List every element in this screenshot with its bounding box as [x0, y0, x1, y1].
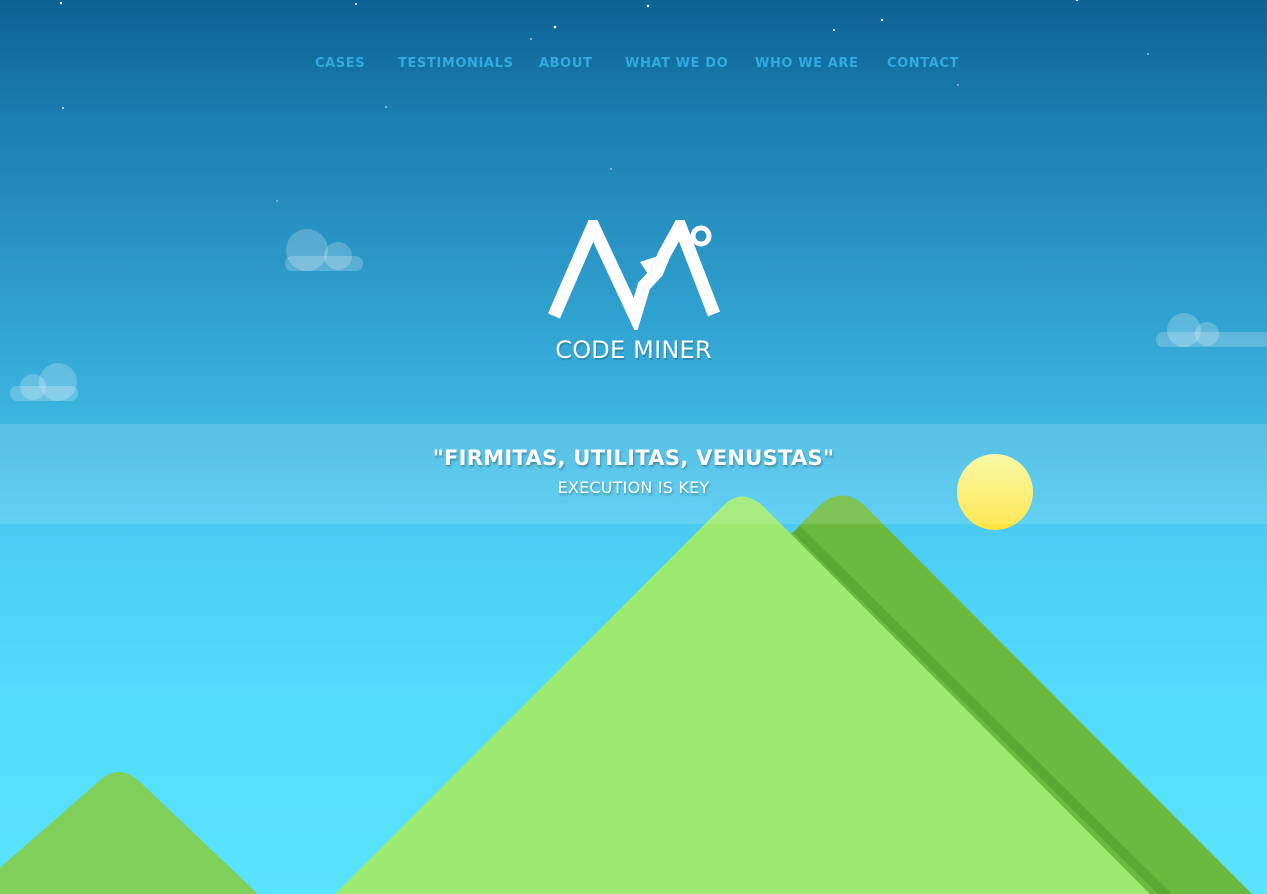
motto-band	[0, 424, 1267, 524]
mountain-peak-degree-icon	[548, 220, 721, 330]
nav-link-testimonials[interactable]: TESTIMONIALS	[398, 56, 513, 71]
hero-tagline: EXECUTION IS KEY	[557, 478, 710, 497]
cloud-right	[1156, 313, 1267, 347]
hill-left	[0, 772, 258, 894]
nav-link-what-we-do[interactable]: WHAT WE DO	[625, 56, 728, 71]
cloud-left-upper	[285, 229, 363, 271]
brand-name: CODE MINER	[555, 336, 712, 364]
nav-link-cases[interactable]: CASES	[315, 56, 365, 71]
nav-link-contact[interactable]: CONTACT	[887, 56, 959, 71]
cloud-left-lower	[10, 363, 78, 401]
hero-motto: "FIRMITAS, UTILITAS, VENUSTAS"	[432, 446, 835, 470]
brand-logo[interactable]: CODE MINER	[540, 220, 727, 370]
nav-link-about[interactable]: ABOUT	[539, 56, 592, 71]
nav-link-who-we-are[interactable]: WHO WE ARE	[755, 56, 859, 71]
top-navigation: CASES TESTIMONIALS ABOUT WHAT WE DO WHO …	[0, 0, 1267, 128]
